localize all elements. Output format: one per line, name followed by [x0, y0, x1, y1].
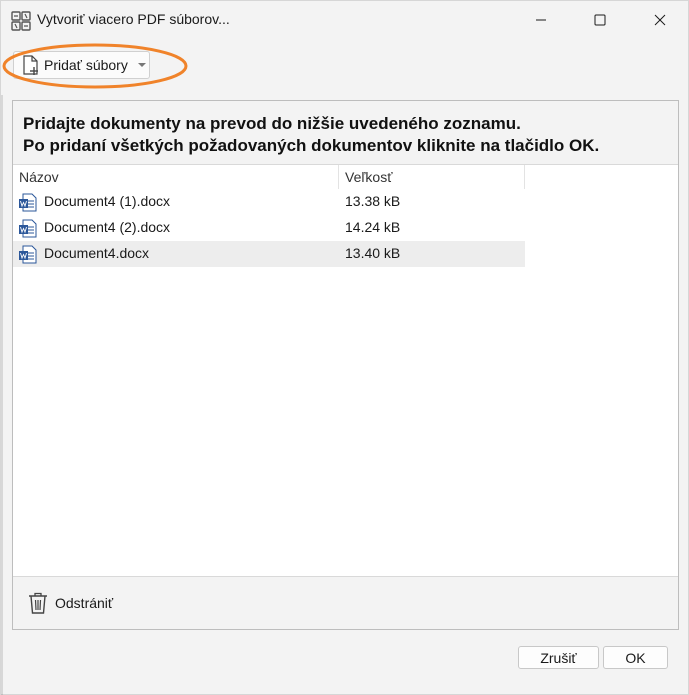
file-name: Document4 (2).docx: [44, 219, 171, 235]
close-icon: [654, 14, 666, 26]
word-doc-icon: [19, 245, 37, 264]
file-row-1[interactable]: Document4 (1).docx 13.38 kB: [13, 189, 525, 215]
window-title: Vytvoriť viacero PDF súborov...: [37, 11, 230, 27]
remove-button[interactable]: Odstrániť: [27, 589, 113, 617]
toolbar: Pridať súbory: [1, 39, 688, 95]
trash-icon: [29, 592, 47, 614]
title-bar[interactable]: Vytvoriť viacero PDF súborov...: [1, 1, 688, 39]
file-row-3[interactable]: Document4.docx 13.40 kB: [13, 241, 525, 267]
add-files-label: Pridať súbory: [44, 57, 128, 73]
close-button[interactable]: [637, 1, 683, 39]
instruction-line-2: Po pridaní všetkých požadovaných dokumen…: [23, 136, 600, 155]
cancel-button[interactable]: Zrušiť: [518, 646, 599, 669]
file-size: 13.40 kB: [345, 245, 401, 261]
minimize-icon: [536, 19, 546, 21]
file-name: Document4.docx: [44, 245, 150, 261]
ok-button[interactable]: OK: [603, 646, 668, 669]
column-header-size[interactable]: Veľkosť: [339, 165, 525, 189]
pdf-convert-app-icon: [11, 11, 31, 31]
maximize-button[interactable]: [577, 1, 623, 39]
file-plus-icon: [23, 55, 38, 75]
document-panel: Pridajte dokumenty na prevod do nižšie u…: [12, 100, 679, 630]
chevron-down-icon[interactable]: [137, 60, 147, 70]
maximize-icon: [594, 14, 606, 26]
word-doc-icon: [19, 193, 37, 212]
word-doc-icon: [19, 219, 37, 238]
column-header-name[interactable]: Názov: [13, 165, 339, 189]
minimize-button[interactable]: [518, 1, 564, 39]
remove-label: Odstrániť: [55, 595, 114, 611]
file-row-2[interactable]: Document4 (2).docx 14.24 kB: [13, 215, 525, 241]
add-files-button[interactable]: Pridať súbory: [13, 51, 150, 79]
file-size: 14.24 kB: [345, 219, 401, 235]
file-list[interactable]: Názov Veľkosť Document4 (1).docx 13.38 k…: [13, 164, 678, 577]
file-size: 13.38 kB: [345, 193, 401, 209]
instructions: Pridajte dokumenty na prevod do nižšie u…: [23, 113, 668, 157]
dialog-window: Vytvoriť viacero PDF súborov... Pridať s…: [0, 0, 689, 695]
window-left-edge: [1, 1, 3, 695]
instruction-line-1: Pridajte dokumenty na prevod do nižšie u…: [23, 114, 521, 133]
file-name: Document4 (1).docx: [44, 193, 171, 209]
